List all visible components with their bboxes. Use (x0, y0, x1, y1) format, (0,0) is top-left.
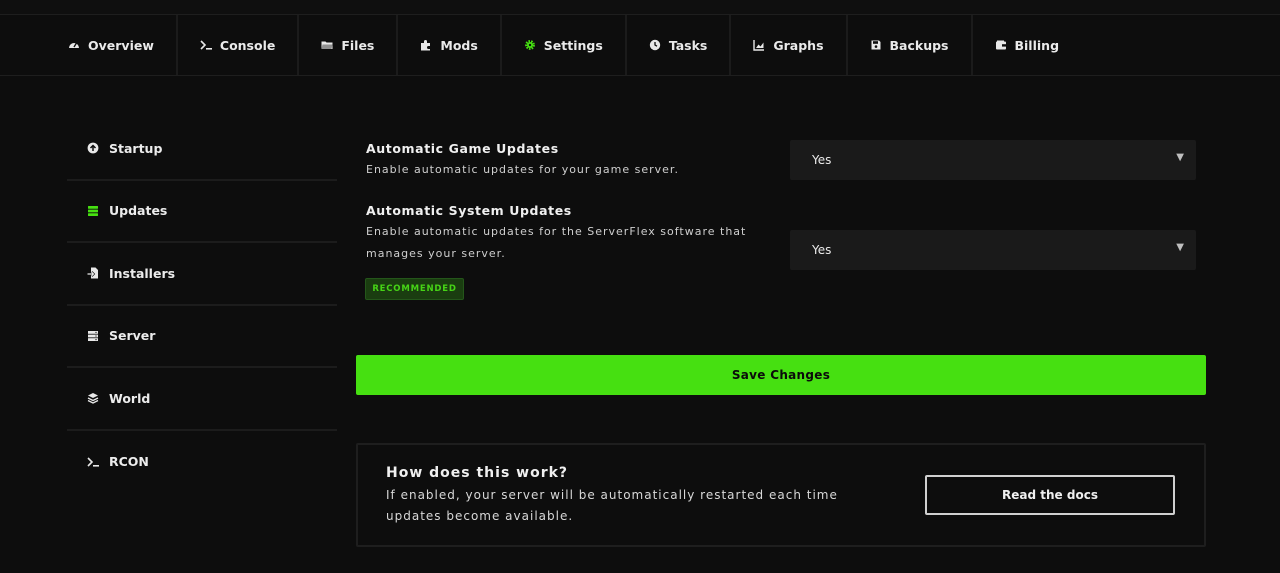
wallet-icon (995, 39, 1007, 51)
info-panel: How does this work? If enabled, your ser… (356, 443, 1206, 547)
tab-label: Billing (1014, 37, 1060, 53)
chevron-down-icon: ▼ (1176, 242, 1184, 253)
sidebar-item-label: World (109, 390, 151, 406)
tab-label: Settings (543, 37, 603, 53)
terminal-icon (200, 39, 212, 51)
sidebar-item-label: Updates (109, 203, 168, 219)
tab-overview[interactable]: Overview (46, 15, 178, 75)
gauge-icon (68, 39, 80, 51)
save-changes-button[interactable]: Save Changes (356, 355, 1206, 395)
select-value: Yes (812, 153, 832, 167)
list-icon (87, 205, 99, 217)
tab-label: Console (219, 37, 276, 53)
tab-label: Tasks (668, 37, 708, 53)
server-icon (87, 330, 99, 342)
select-value: Yes (812, 243, 832, 257)
recommended-badge: RECOMMENDED (365, 278, 464, 300)
tab-label: Files (341, 37, 375, 53)
chevron-down-icon: ▼ (1176, 152, 1184, 163)
sidebar-item-rcon[interactable]: RCON (67, 431, 337, 494)
sidebar-item-world[interactable]: World (67, 368, 337, 431)
save-icon (870, 39, 882, 51)
chart-icon (753, 39, 765, 51)
sidebar-item-updates[interactable]: Updates (67, 181, 337, 243)
tab-label: Graphs (773, 37, 824, 53)
tab-label: Overview (88, 37, 154, 53)
system-updates-title: Automatic System Updates (366, 203, 572, 218)
read-docs-button[interactable]: Read the docs (925, 475, 1175, 515)
settings-sidebar: Startup Updates Installers Server World … (67, 118, 337, 493)
game-updates-select[interactable]: Yes ▼ (790, 140, 1196, 180)
system-updates-description: Enable automatic updates for the ServerF… (366, 225, 747, 260)
tab-mods[interactable]: Mods (398, 15, 502, 75)
folder-icon (321, 39, 333, 51)
info-title: How does this work? (386, 465, 569, 481)
tab-settings[interactable]: Settings (502, 15, 627, 75)
terminal-icon (87, 456, 99, 468)
clock-icon (649, 39, 661, 51)
tab-label: Mods (440, 37, 478, 53)
sidebar-item-label: RCON (109, 454, 149, 470)
info-description: If enabled, your server will be automati… (386, 488, 838, 523)
system-updates-select[interactable]: Yes ▼ (790, 230, 1196, 270)
tab-billing[interactable]: Billing (973, 15, 1082, 75)
file-import-icon (87, 267, 99, 279)
tab-graphs[interactable]: Graphs (731, 15, 848, 75)
sidebar-item-label: Startup (109, 140, 163, 156)
sidebar-item-server[interactable]: Server (67, 306, 337, 368)
gear-icon (524, 39, 536, 51)
layers-icon (87, 392, 99, 404)
tab-label: Backups (889, 37, 949, 53)
game-updates-description: Enable automatic updates for your game s… (366, 163, 679, 176)
sidebar-item-label: Server (109, 328, 156, 344)
tab-console[interactable]: Console (178, 15, 300, 75)
arrow-up-circle-icon (87, 142, 99, 154)
sidebar-item-startup[interactable]: Startup (67, 118, 337, 181)
top-bar (0, 0, 1280, 15)
sidebar-item-label: Installers (109, 265, 176, 281)
sidebar-item-installers[interactable]: Installers (67, 243, 337, 306)
tab-files[interactable]: Files (299, 15, 399, 75)
puzzle-icon (420, 39, 432, 51)
tab-tasks[interactable]: Tasks (627, 15, 732, 75)
main-nav: Overview Console Files Mods Settings Tas… (0, 15, 1280, 76)
game-updates-title: Automatic Game Updates (366, 141, 559, 156)
tab-backups[interactable]: Backups (848, 15, 973, 75)
